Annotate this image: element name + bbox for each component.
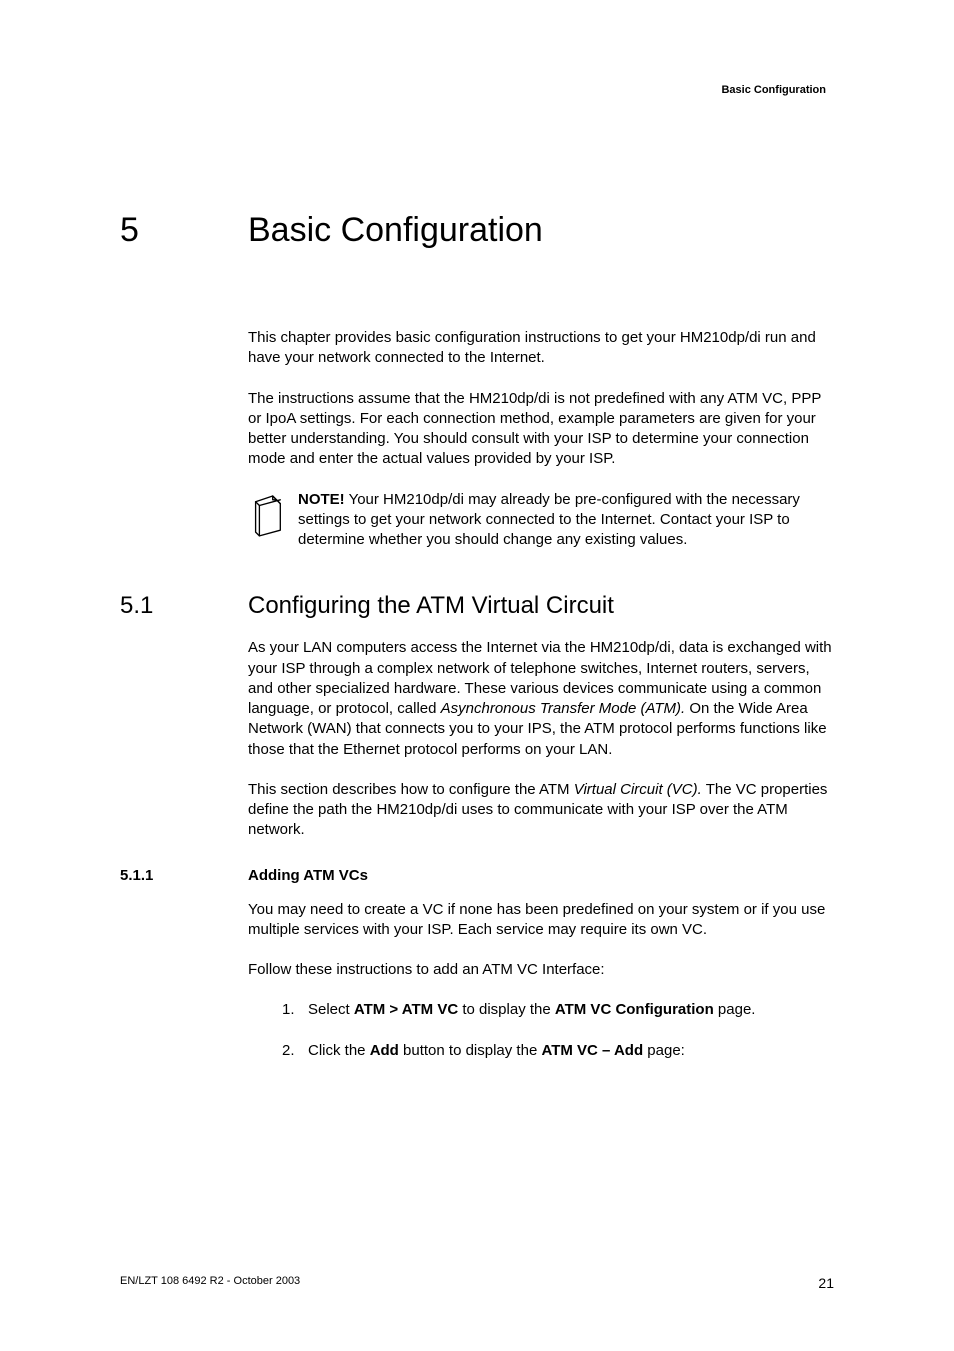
text-run: Select [308, 1001, 354, 1018]
document-page: Basic Configuration 5 Basic Configuratio… [0, 0, 954, 1351]
bold-term: ATM VC – Add [541, 1042, 643, 1059]
italic-term: Virtual Circuit (VC). [574, 781, 702, 798]
text-run: Click the [308, 1042, 370, 1059]
section-title: Configuring the ATM Virtual Circuit [248, 592, 614, 620]
text-run: This section describes how to configure … [248, 781, 574, 798]
intro-para-1: This chapter provides basic configuratio… [248, 328, 834, 369]
text-run: to display the [458, 1001, 555, 1018]
subsection-number: 5.1.1 [120, 867, 248, 884]
list-item: 1. Select ATM > ATM VC to display the AT… [282, 1000, 834, 1020]
note-body: Your HM210dp/di may already be pre-confi… [298, 491, 800, 549]
text-run: page. [714, 1001, 756, 1018]
header-right-text: Basic Configuration [721, 84, 826, 96]
section-5-1-para-2: This section describes how to configure … [248, 780, 834, 841]
section-5-1-para-1: As your LAN computers access the Interne… [248, 638, 834, 760]
footer-left: EN/LZT 108 6492 R2 - October 2003 [120, 1275, 300, 1291]
text-run: page: [643, 1042, 685, 1059]
chapter-number: 5 [120, 211, 248, 250]
list-item-text: Click the Add button to display the ATM … [308, 1041, 685, 1061]
text-run: button to display the [399, 1042, 542, 1059]
note-callout: NOTE! Your HM210dp/di may already be pre… [248, 490, 834, 551]
subsection-para-1: You may need to create a VC if none has … [248, 900, 834, 941]
page-footer: EN/LZT 108 6492 R2 - October 2003 21 [120, 1275, 834, 1291]
section-5-1-1-body: You may need to create a VC if none has … [248, 900, 834, 1061]
note-icon [248, 492, 290, 544]
section-number: 5.1 [120, 592, 248, 620]
section-5-1-1-heading: 5.1.1 Adding ATM VCs [120, 867, 834, 884]
page-number: 21 [818, 1275, 834, 1291]
list-item: 2. Click the Add button to display the A… [282, 1041, 834, 1061]
section-5-1-heading: 5.1 Configuring the ATM Virtual Circuit [120, 592, 834, 620]
section-5-1-body: As your LAN computers access the Interne… [248, 638, 834, 840]
italic-term: Asynchronous Transfer Mode (ATM). [441, 700, 686, 717]
bold-term: ATM VC Configuration [555, 1001, 714, 1018]
intro-block: This chapter provides basic configuratio… [248, 328, 834, 550]
intro-para-2: The instructions assume that the HM210dp… [248, 389, 834, 470]
subsection-para-2: Follow these instructions to add an ATM … [248, 960, 834, 980]
list-number: 2. [282, 1041, 308, 1061]
note-text: NOTE! Your HM210dp/di may already be pre… [298, 490, 834, 551]
instruction-list: 1. Select ATM > ATM VC to display the AT… [282, 1000, 834, 1061]
bold-term: Add [370, 1042, 399, 1059]
note-label: NOTE! [298, 491, 345, 508]
chapter-heading: 5 Basic Configuration [120, 211, 834, 250]
list-number: 1. [282, 1000, 308, 1020]
list-item-text: Select ATM > ATM VC to display the ATM V… [308, 1000, 755, 1020]
running-header: Basic Configuration [120, 84, 834, 96]
chapter-title: Basic Configuration [248, 211, 543, 250]
bold-term: ATM > ATM VC [354, 1001, 458, 1018]
subsection-title: Adding ATM VCs [248, 867, 368, 884]
